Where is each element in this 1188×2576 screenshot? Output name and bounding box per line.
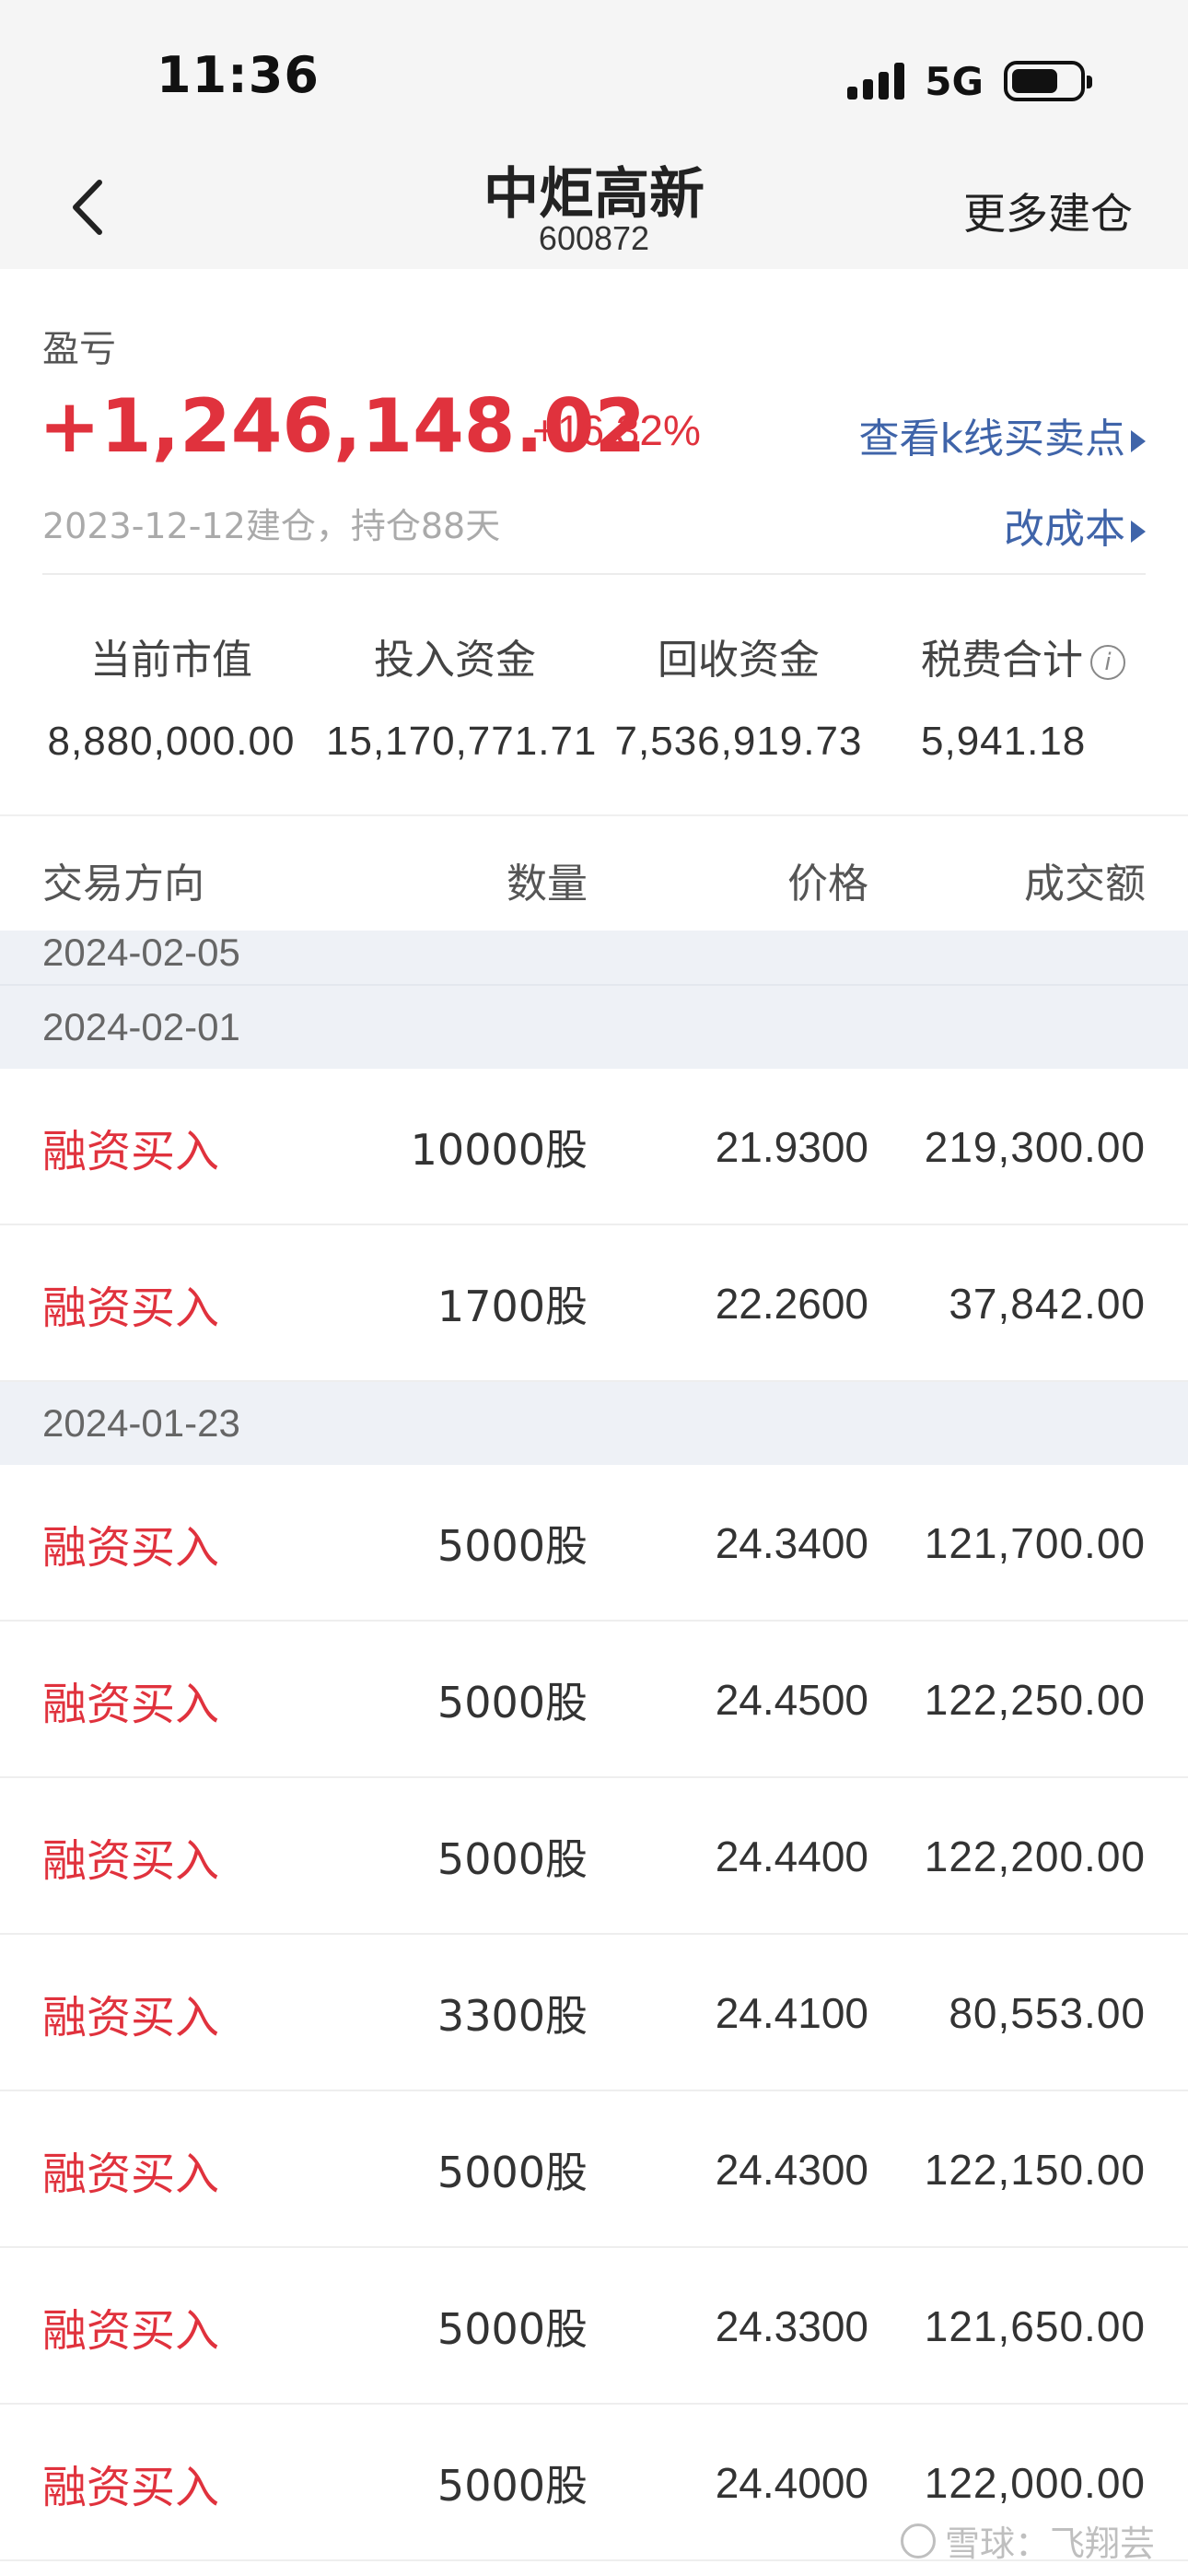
- trade-price: 24.4300: [715, 2146, 868, 2194]
- trade-quantity: 10000股: [410, 1125, 588, 1175]
- header-price: 价格: [787, 861, 868, 907]
- trade-direction: 融资买入: [42, 1679, 220, 1730]
- info-icon[interactable]: i: [1090, 645, 1125, 680]
- summary-label: 税费合计: [921, 637, 1083, 684]
- summary-invested: 投入资金 15,170,771.71: [326, 626, 598, 765]
- summary-recovered: 回收资金 7,536,919.73: [610, 626, 868, 765]
- position-info: 2023-12-12建仓，持仓88天: [42, 506, 501, 546]
- status-indicators: 5G: [847, 57, 1092, 105]
- trade-quantity: 3300股: [437, 1991, 588, 2041]
- header-amount: 成交额: [1024, 861, 1146, 907]
- network-type: 5G: [925, 58, 984, 104]
- trade-direction: 融资买入: [42, 2462, 220, 2513]
- table-row[interactable]: 融资买入 3300股 24.4100 80,553.00: [0, 1935, 1188, 2091]
- trade-amount: 122,150.00: [924, 2146, 1146, 2194]
- trade-quantity: 5000股: [437, 1521, 588, 1571]
- trade-quantity: 5000股: [437, 2461, 588, 2511]
- summary-label: 回收资金: [658, 637, 820, 684]
- trade-price: 24.4000: [715, 2459, 868, 2507]
- table-row[interactable]: 融资买入 5000股 24.3300 121,650.00: [0, 2248, 1188, 2405]
- trade-price: 24.4500: [715, 1676, 868, 1724]
- date-group-header: 2024-01-23: [0, 1382, 1188, 1465]
- trade-direction: 融资买入: [42, 2149, 220, 2200]
- divider: [42, 573, 1146, 575]
- trade-quantity: 5000股: [437, 2148, 588, 2197]
- trade-amount: 121,650.00: [924, 2302, 1146, 2350]
- header-quantity: 数量: [507, 861, 588, 907]
- signal-icon: [847, 63, 905, 100]
- header-direction: 交易方向: [42, 861, 204, 907]
- table-row[interactable]: 融资买入 5000股 24.4500 122,250.00: [0, 1622, 1188, 1778]
- trade-direction: 融资买入: [42, 2305, 220, 2357]
- trade-list: 2024-02-05 2024-02-01 融资买入 10000股 21.930…: [0, 931, 1188, 2561]
- trade-quantity: 5000股: [437, 1678, 588, 1727]
- trade-direction: 融资买入: [42, 1126, 220, 1177]
- date-group-header: 2024-02-05: [0, 931, 1188, 986]
- trade-amount: 80,553.00: [949, 1989, 1146, 2037]
- trade-direction: 融资买入: [42, 1835, 220, 1887]
- trade-price: 21.9300: [715, 1123, 868, 1171]
- trade-amount: 121,700.00: [924, 1519, 1146, 1567]
- summary-value: 7,536,919.73: [614, 719, 863, 764]
- edit-cost-label: 改成本: [1004, 506, 1125, 553]
- triangle-right-icon: [1131, 430, 1146, 452]
- table-row[interactable]: 融资买入 5000股 24.4300 122,150.00: [0, 2091, 1188, 2248]
- table-row[interactable]: 融资买入 10000股 21.9300 219,300.00: [0, 1069, 1188, 1225]
- summary-label: 当前市值: [90, 637, 252, 684]
- kline-link-label: 查看k线买卖点: [858, 416, 1125, 463]
- kline-trade-points-link[interactable]: 查看k线买卖点: [859, 405, 1146, 464]
- more-positions-button[interactable]: 更多建仓: [963, 181, 1133, 241]
- table-header: 交易方向 数量 价格 成交额: [0, 829, 1188, 931]
- table-row[interactable]: 融资买入 5000股 24.3400 121,700.00: [0, 1465, 1188, 1622]
- trade-direction: 融资买入: [42, 1282, 220, 1334]
- status-time: 11:36: [157, 46, 320, 104]
- battery-icon: [1004, 61, 1092, 101]
- trade-price: 24.4400: [715, 1832, 868, 1880]
- trade-amount: 122,250.00: [924, 1676, 1146, 1724]
- trade-amount: 122,200.00: [924, 1832, 1146, 1880]
- watermark-text: 雪球：飞翔芸: [944, 2523, 1155, 2564]
- trade-price: 24.4100: [715, 1989, 868, 2037]
- trade-price: 22.2600: [715, 1280, 868, 1328]
- triangle-right-icon: [1131, 521, 1146, 543]
- summary-market-value: 当前市值 8,880,000.00: [42, 626, 300, 765]
- trade-price: 24.3400: [715, 1519, 868, 1567]
- summary-value: 15,170,771.71: [326, 719, 598, 764]
- edit-cost-link[interactable]: 改成本: [1004, 496, 1146, 555]
- battery-level: [1012, 69, 1057, 93]
- table-row[interactable]: 融资买入 5000股 24.4400 122,200.00: [0, 1778, 1188, 1935]
- pnl-label: 盈亏: [42, 328, 116, 370]
- summary-stats: 当前市值 8,880,000.00 投入资金 15,170,771.71 回收资…: [0, 626, 1188, 774]
- trade-amount: 37,842.00: [949, 1280, 1146, 1328]
- watermark: 雪球：飞翔芸: [900, 2515, 1155, 2566]
- trade-direction: 融资买入: [42, 1992, 220, 2043]
- summary-value: 5,941.18: [921, 719, 1087, 764]
- summary-fees: 税费合计 i 5,941.18: [921, 626, 1160, 765]
- trade-quantity: 5000股: [437, 2304, 588, 2354]
- trade-direction: 融资买入: [42, 1522, 220, 1574]
- pnl-percent: +16.32%: [532, 406, 701, 454]
- trade-quantity: 1700股: [437, 1282, 588, 1331]
- summary-label: 投入资金: [374, 637, 536, 684]
- divider: [0, 814, 1188, 816]
- summary-value: 8,880,000.00: [47, 719, 296, 764]
- date-group-header: 2024-02-01: [0, 986, 1188, 1069]
- trade-quantity: 5000股: [437, 1834, 588, 1884]
- xueqiu-logo-icon: [900, 2523, 936, 2558]
- table-row[interactable]: 融资买入 1700股 22.2600 37,842.00: [0, 1225, 1188, 1382]
- trade-amount: 219,300.00: [924, 1123, 1146, 1171]
- trade-price: 24.3300: [715, 2302, 868, 2350]
